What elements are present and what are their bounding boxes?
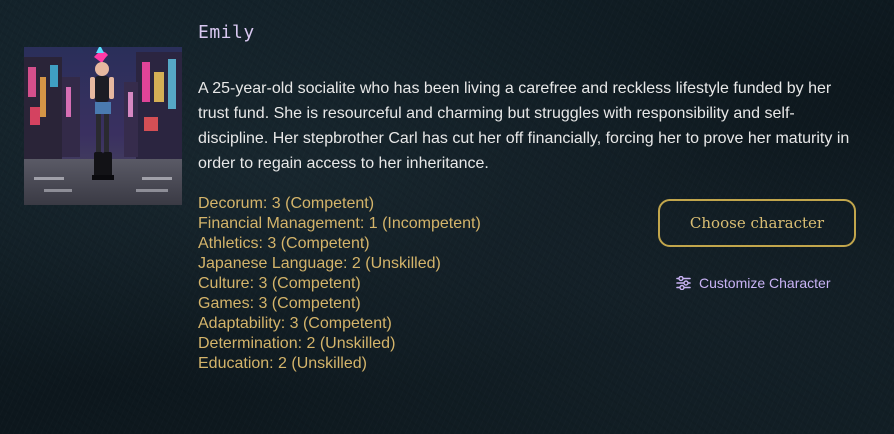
skill-item: Financial Management: 1 (Incompetent) [198, 215, 481, 232]
customize-character-link[interactable]: Customize Character [676, 275, 831, 291]
character-bio: A 25-year-old socialite who has been liv… [198, 80, 850, 172]
skill-item: Culture: 3 (Competent) [198, 275, 361, 292]
skill-item: Japanese Language: 2 (Unskilled) [198, 255, 441, 272]
customize-character-label: Customize Character [699, 275, 831, 291]
character-card: Emily A 25-year-old socialite who has be… [0, 0, 894, 434]
skill-item: Decorum: 3 (Competent) [198, 195, 375, 212]
character-name: Emily [198, 22, 255, 43]
skill-item: Education: 2 (Unskilled) [198, 355, 367, 372]
skill-item: Determination: 2 (Unskilled) [198, 335, 396, 352]
portrait-image [24, 47, 182, 205]
choose-character-button[interactable]: Choose character [658, 199, 856, 247]
skill-item: Athletics: 3 (Competent) [198, 235, 370, 252]
skill-item: Games: 3 (Competent) [198, 295, 361, 312]
skill-item: Adaptability: 3 (Competent) [198, 315, 392, 332]
sliders-icon [676, 276, 691, 290]
character-portrait [24, 47, 182, 205]
skills-list: Decorum: 3 (Competent) Financial Managem… [198, 194, 481, 374]
